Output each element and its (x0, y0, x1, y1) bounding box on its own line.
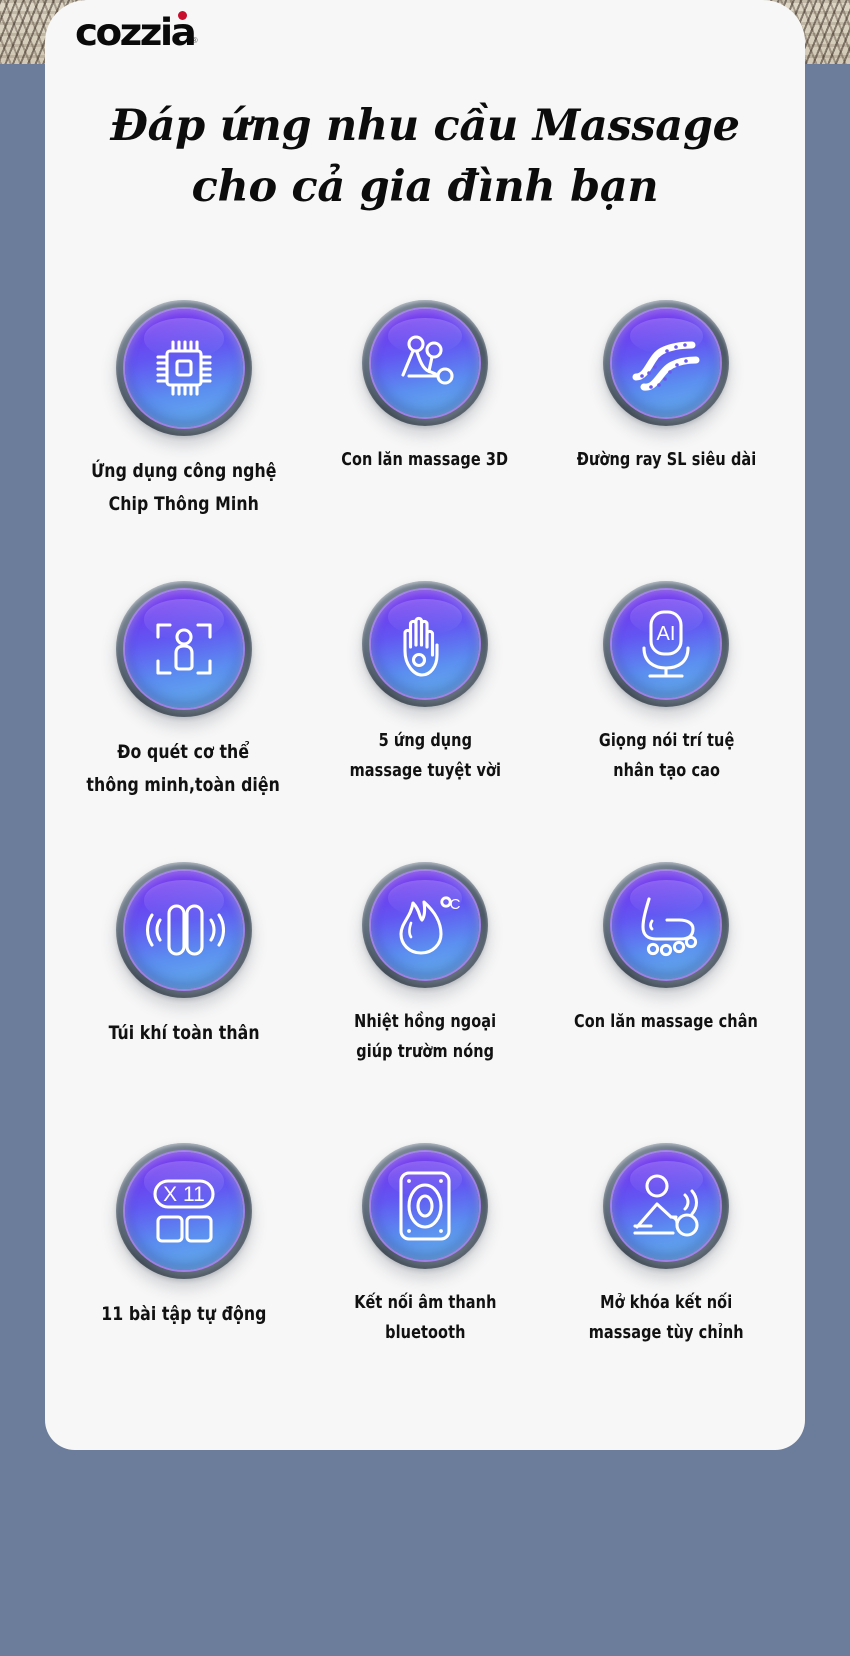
feature-badge[interactable] (361, 581, 488, 707)
feature-label-line: giúp trườm nóng (356, 1042, 494, 1063)
svg-text:AI: AI (657, 623, 676, 645)
foot-roller-icon (627, 891, 705, 959)
feature-badge[interactable] (603, 862, 730, 988)
feature-label: Túi khí toàn thân (108, 1017, 259, 1050)
feature-grid: Ứng dụng công nghệ Chip Thông Minh Con lă… (63, 300, 787, 1424)
feature-label: Đường ray SL siêu dài (577, 445, 757, 475)
feature-badge[interactable] (115, 581, 252, 717)
badge-face (370, 309, 479, 417)
feature-label: Ứng dụng công nghệ Chip Thông Minh (91, 455, 276, 520)
feature-label: Mở khóa kết nối massage tùy chỉnh (589, 1288, 744, 1348)
feature-item[interactable]: 5 ứng dụng massage tuyệt vời (304, 581, 545, 862)
feature-label: Nhiệt hồng ngoại giúp trườm nóng (354, 1007, 496, 1067)
feature-item[interactable]: AI Giọng nói trí tuệ nhân tạo cao (546, 581, 787, 862)
badge-face (612, 871, 721, 979)
programs-x11-icon: X 11 (145, 1175, 223, 1247)
feature-card: cozzia ® Đáp ứng nhu cầu Massage cho cả … (45, 0, 805, 1450)
feature-label-line: Mở khóa kết nối (600, 1293, 733, 1313)
feature-label-line: Đường ray SL siêu dài (576, 450, 757, 470)
feature-item[interactable]: Mở khóa kết nối massage tùy chỉnh (546, 1143, 787, 1424)
feature-label-line: nhân tạo cao (612, 761, 720, 782)
feature-label-line: massage tùy chỉnh (588, 1323, 744, 1344)
feature-label: Giọng nói trí tuệ nhân tạo cao (599, 726, 734, 786)
logo-dot-icon (177, 11, 187, 20)
feature-label: Con lăn massage 3D (342, 445, 509, 475)
feature-item[interactable]: C Nhiệt hồng ngoại giúp trườm nóng (304, 862, 545, 1143)
feature-item[interactable]: Đường ray SL siêu dài (546, 300, 787, 581)
feature-label-line: Con lăn massage chân (574, 1012, 759, 1032)
bluetooth-speaker-icon (393, 1168, 457, 1244)
page-title-line2: cho cả gia đình bạn (191, 162, 659, 213)
feature-label-line: Ứng dụng công nghệ (90, 460, 277, 482)
feature-label-line: Kết nối âm thanh (353, 1293, 497, 1313)
feature-badge[interactable] (361, 1143, 488, 1269)
feature-label-line: thông minh,toàn diện (86, 773, 281, 796)
custom-massage-icon (627, 1171, 705, 1241)
badge-face: C (370, 871, 479, 979)
feature-badge[interactable] (603, 1143, 730, 1269)
badge-face (370, 1152, 479, 1260)
page-title: Đáp ứng nhu cầu Massage cho cả gia đình … (45, 96, 805, 218)
feature-label-line: bluetooth (384, 1323, 466, 1344)
feature-label-line: Đo quét cơ thể (117, 741, 250, 763)
badge-face (124, 871, 243, 989)
feature-badge[interactable] (603, 300, 730, 426)
feature-label-line: Túi khí toàn thân (108, 1022, 260, 1044)
feature-item[interactable]: Kết nối âm thanh bluetooth (304, 1143, 545, 1424)
feature-label-line: massage tuyệt vời (349, 761, 501, 782)
roller-3d-icon (389, 327, 461, 399)
feature-label: 11 bài tập tự động (101, 1298, 266, 1331)
brand-logo[interactable]: cozzia ® (75, 11, 198, 54)
feature-label-line: Giọng nói trí tuệ (598, 731, 735, 751)
badge-face (124, 309, 243, 427)
feature-item[interactable]: Con lăn massage chân (546, 862, 787, 1143)
feature-label: 5 ứng dụng massage tuyệt vời (349, 726, 501, 786)
feature-label-line: Con lăn massage 3D (341, 450, 509, 470)
hand-icon (392, 607, 458, 681)
badge-face: X 11 (124, 1152, 243, 1270)
feature-item[interactable]: X 11 11 bài tập tự động (63, 1143, 304, 1424)
ai-microphone-icon: AI (633, 606, 699, 682)
badge-face (124, 590, 243, 708)
feature-label: Kết nối âm thanh bluetooth (354, 1288, 496, 1348)
feature-label: Đo quét cơ thể thông minh,toàn diện (87, 736, 281, 801)
svg-text:X 11: X 11 (163, 1183, 205, 1206)
body-scan-icon (148, 613, 220, 685)
feature-badge[interactable]: C (361, 862, 488, 988)
feature-item[interactable]: Túi khí toàn thân (63, 862, 304, 1143)
feature-item[interactable]: Con lăn massage 3D (304, 300, 545, 581)
feature-badge[interactable]: X 11 (115, 1143, 252, 1279)
feature-label-line: Chip Thông Minh (108, 492, 259, 515)
feature-badge[interactable]: AI (603, 581, 730, 707)
feature-label-line: 5 ứng dụng (378, 731, 472, 751)
svg-text:C: C (450, 896, 461, 913)
feature-item[interactable]: Đo quét cơ thể thông minh,toàn diện (63, 581, 304, 862)
badge-face (612, 1152, 721, 1260)
airbag-icon (143, 898, 225, 962)
sl-track-icon (628, 331, 704, 395)
feature-label-line: Nhiệt hồng ngoại (353, 1012, 496, 1032)
badge-face: AI (612, 590, 721, 698)
chip-icon (147, 331, 221, 405)
feature-badge[interactable] (115, 300, 252, 436)
feature-label: Con lăn massage chân (574, 1007, 758, 1037)
badge-face (370, 590, 479, 698)
brand-wordmark: cozzia (75, 11, 197, 54)
feature-item[interactable]: Ứng dụng công nghệ Chip Thông Minh (63, 300, 304, 581)
feature-badge[interactable] (115, 862, 252, 998)
page-title-line1: Đáp ứng nhu cầu Massage (110, 101, 740, 151)
feature-badge[interactable] (361, 300, 488, 426)
badge-face (612, 309, 721, 417)
feature-label-line: 11 bài tập tự động (101, 1303, 267, 1325)
heat-flame-icon: C (387, 889, 463, 961)
